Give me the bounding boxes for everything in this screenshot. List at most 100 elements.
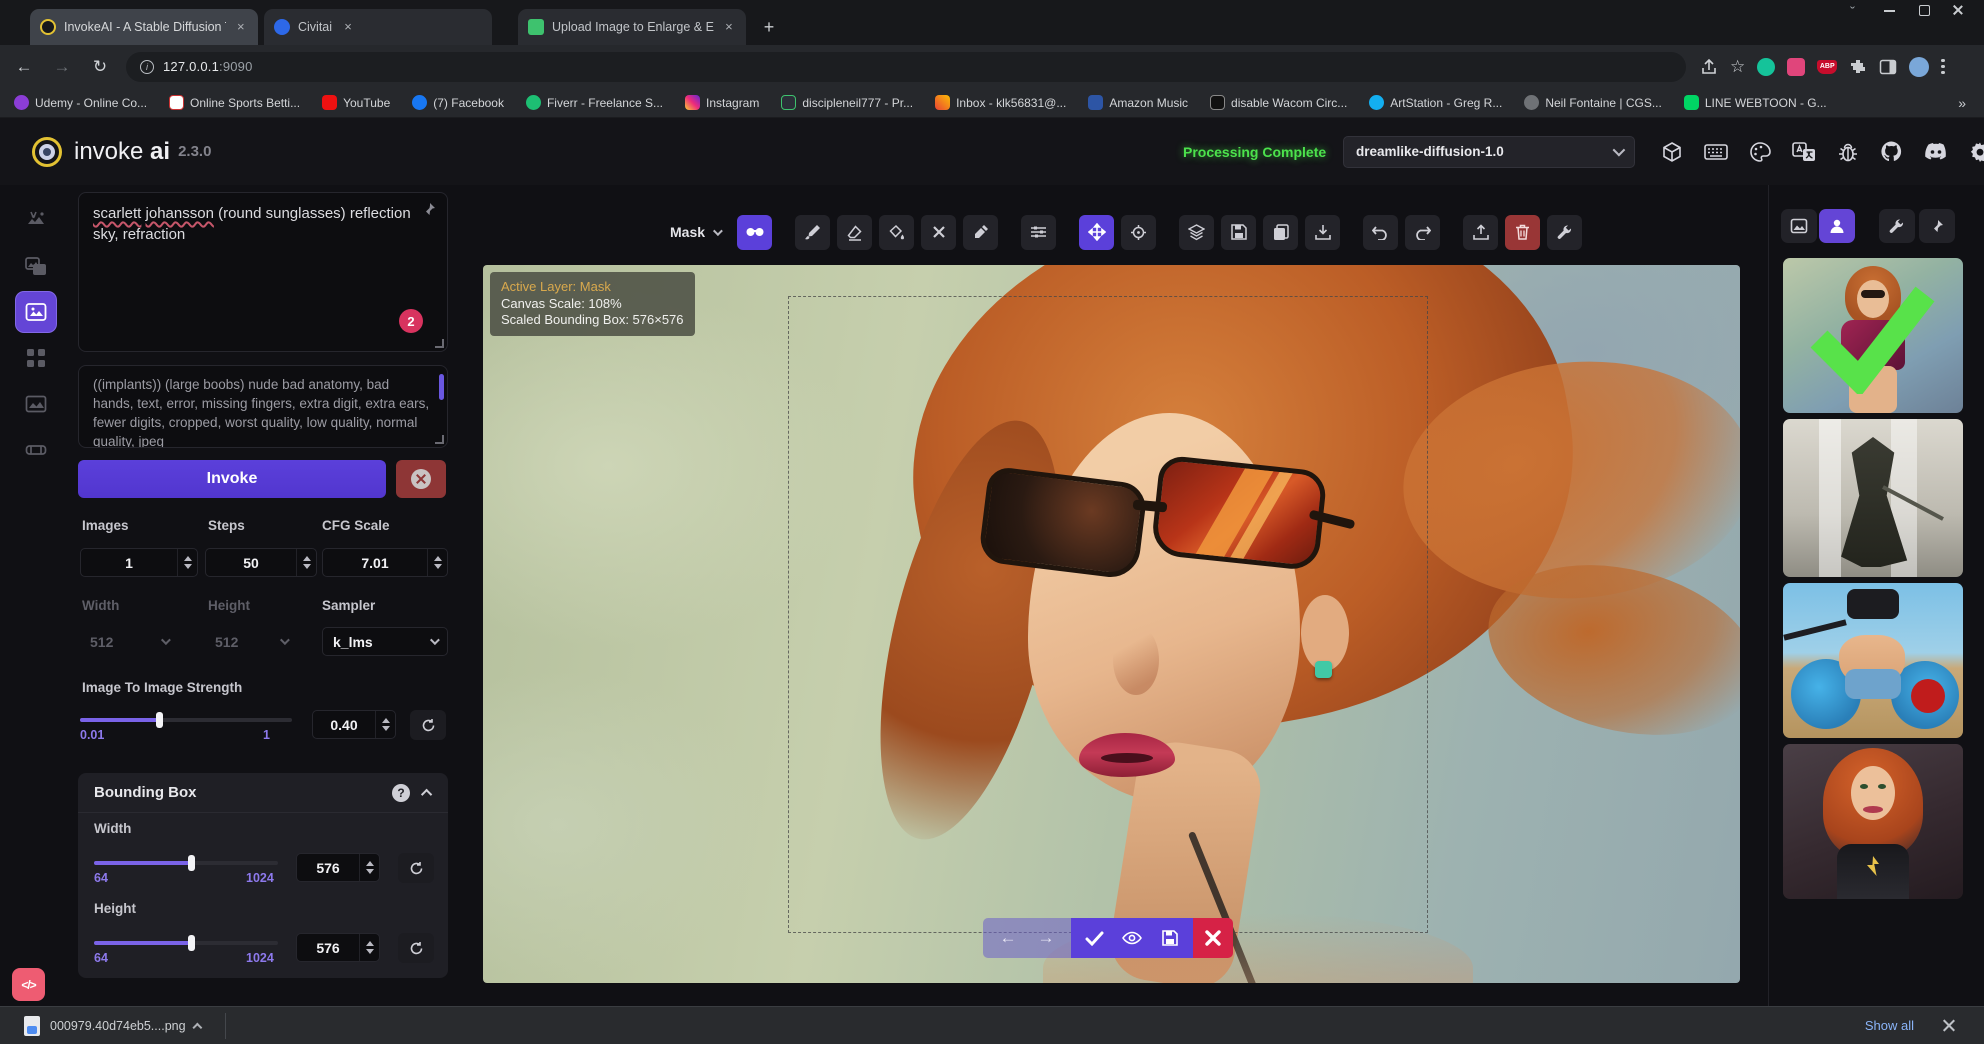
grammarly-extension-icon[interactable] (1757, 58, 1775, 76)
window-chevron-icon[interactable] (1850, 4, 1862, 16)
tab-upload-image[interactable]: Upload Image to Enlarge & Enha (518, 9, 746, 45)
gallery-person-tab-button[interactable] (1819, 209, 1855, 243)
gallery-thumbnail[interactable] (1783, 583, 1963, 738)
window-maximize-button[interactable] (1918, 4, 1930, 16)
browser-menu-icon[interactable] (1941, 59, 1945, 75)
settings-gear-icon[interactable] (1966, 138, 1984, 165)
bookmark-wacom[interactable]: disable Wacom Circ... (1210, 95, 1347, 110)
color-picker-button[interactable] (963, 215, 998, 250)
i2i-strength-input[interactable]: 0.40 (312, 710, 396, 739)
bookmark-inbox[interactable]: Inbox - klk56831@... (935, 95, 1066, 110)
steps-input[interactable]: 50 (205, 548, 317, 577)
move-tool-button[interactable] (1079, 215, 1114, 250)
layer-select[interactable]: Mask (660, 215, 730, 250)
previous-image-icon[interactable]: ← (989, 918, 1027, 958)
upload-image-button[interactable] (1463, 215, 1498, 250)
stepper-icon[interactable] (359, 854, 379, 881)
scrollbar-thumb[interactable] (439, 374, 444, 400)
canvas-settings-wrench-button[interactable] (1547, 215, 1582, 250)
profile-avatar[interactable] (1909, 57, 1929, 77)
reset-view-button[interactable] (1121, 215, 1156, 250)
show-all-link[interactable]: Show all (1865, 1018, 1914, 1033)
bookmark-facebook[interactable]: (7) Facebook (412, 95, 504, 110)
bbox-height-input[interactable]: 576 (296, 933, 380, 962)
forward-icon[interactable]: → (48, 53, 76, 81)
bookmark-artstation[interactable]: ArtStation - Greg R... (1369, 95, 1502, 110)
new-tab-button[interactable] (756, 14, 782, 40)
bookmark-udemy[interactable]: Udemy - Online Co... (14, 95, 147, 110)
model-select[interactable]: dreamlike-diffusion-1.0 (1343, 136, 1635, 168)
gallery-thumbnail-current[interactable] (1783, 258, 1963, 413)
save-staging-button[interactable] (1151, 918, 1189, 958)
prompt-textarea[interactable]: scarlett johansson (round sunglasses) re… (78, 192, 448, 352)
tab-nodes[interactable] (16, 338, 56, 378)
undo-button[interactable] (1363, 215, 1398, 250)
bbox-width-reset-button[interactable] (398, 853, 434, 883)
sidebar-panel-icon[interactable] (1879, 58, 1897, 76)
tab-image-to-image[interactable] (16, 246, 56, 286)
merge-visible-button[interactable] (1179, 215, 1214, 250)
discard-x-button[interactable] (1205, 930, 1221, 946)
save-to-gallery-button[interactable] (1221, 215, 1256, 250)
clear-canvas-button[interactable] (1505, 215, 1540, 250)
stepper-icon[interactable] (296, 549, 316, 576)
redo-button[interactable] (1405, 215, 1440, 250)
tab-text-to-image[interactable] (16, 200, 56, 240)
theme-palette-icon[interactable] (1746, 138, 1773, 165)
tab-invokeai[interactable]: InvokeAI - A Stable Diffusion Too (30, 9, 258, 45)
bookmark-star-icon[interactable]: ☆ (1730, 57, 1745, 77)
resize-handle[interactable] (435, 339, 444, 348)
bbox-width-slider[interactable] (94, 861, 278, 865)
console-toggle-button[interactable] (12, 968, 45, 1001)
bbox-height-reset-button[interactable] (398, 933, 434, 963)
show-hide-eye-button[interactable] (1113, 918, 1151, 958)
bbox-height-slider[interactable] (94, 941, 278, 945)
bookmark-sports-betting[interactable]: Online Sports Betti... (169, 95, 300, 110)
i2i-strength-slider[interactable] (80, 718, 292, 722)
height-select[interactable]: 512 (205, 627, 297, 656)
back-icon[interactable]: ← (10, 53, 38, 81)
adblock-extension-icon[interactable]: ABP (1817, 60, 1837, 74)
window-minimize-button[interactable] (1884, 4, 1896, 16)
brush-tool-button[interactable] (795, 215, 830, 250)
copy-to-clipboard-button[interactable] (1263, 215, 1298, 250)
bookmark-discipleneil[interactable]: discipleneil777 - Pr... (781, 95, 913, 110)
i2i-reset-button[interactable] (410, 710, 446, 740)
model-manager-icon[interactable] (1658, 138, 1685, 165)
download-image-button[interactable] (1305, 215, 1340, 250)
bug-report-icon[interactable] (1834, 138, 1861, 165)
tab-close-icon[interactable] (340, 19, 356, 35)
chevron-up-icon[interactable] (192, 1023, 202, 1033)
tab-close-icon[interactable] (234, 19, 248, 35)
erase-bounding-box-button[interactable] (921, 215, 956, 250)
eraser-tool-button[interactable] (837, 215, 872, 250)
collapse-chevron-icon[interactable] (421, 788, 432, 799)
download-item[interactable]: 000979.40d74eb5....png (14, 1007, 213, 1044)
tab-training[interactable] (16, 430, 56, 470)
help-icon[interactable] (392, 784, 410, 802)
site-info-icon[interactable] (140, 60, 154, 74)
pin-icon[interactable] (421, 201, 437, 217)
language-translate-icon[interactable] (1790, 138, 1817, 165)
window-close-button[interactable] (1952, 4, 1964, 16)
gallery-settings-wrench-button[interactable] (1879, 209, 1915, 243)
images-input[interactable]: 1 (80, 548, 198, 577)
next-image-icon[interactable]: → (1027, 918, 1065, 958)
tab-close-icon[interactable] (722, 19, 736, 35)
resize-handle[interactable] (435, 435, 444, 444)
slider-thumb[interactable] (188, 935, 195, 951)
mask-options-button[interactable] (737, 215, 772, 250)
negative-prompt-textarea[interactable]: ((implants)) (large boobs) nude bad anat… (78, 365, 448, 448)
bounding-box-header[interactable]: Bounding Box (78, 773, 448, 813)
gallery-images-tab-button[interactable] (1781, 209, 1817, 243)
stepper-icon[interactable] (427, 549, 447, 576)
url-field[interactable]: 127.0.0.1:9090 (126, 52, 1686, 82)
pink-extension-icon[interactable] (1787, 58, 1805, 76)
hotkeys-keyboard-icon[interactable] (1702, 138, 1729, 165)
cfg-input[interactable]: 7.01 (322, 548, 448, 577)
invoke-button[interactable]: Invoke (78, 460, 386, 498)
bookmark-youtube[interactable]: YouTube (322, 95, 390, 110)
stepper-icon[interactable] (375, 711, 395, 738)
slider-thumb[interactable] (188, 855, 195, 871)
gallery-pin-button[interactable] (1919, 209, 1955, 243)
